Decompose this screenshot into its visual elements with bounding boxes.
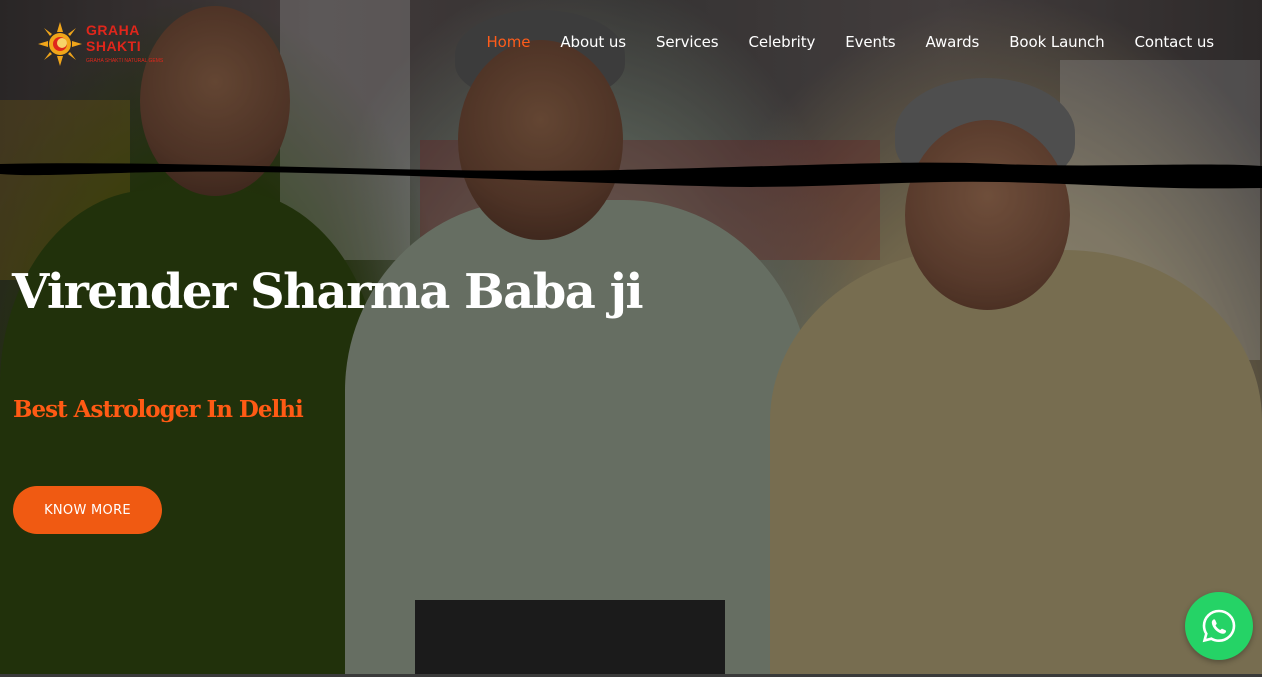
logo-line2: SHAKTI	[86, 38, 142, 54]
site-header: GRAHA SHAKTI GRAHA SHAKTI NATURAL GEMS H…	[0, 0, 1262, 88]
whatsapp-button[interactable]	[1185, 592, 1253, 660]
logo-wordmark: GRAHA SHAKTI	[86, 22, 141, 54]
know-more-button[interactable]: KNOW MORE	[13, 486, 162, 534]
hero-dark-overlay	[0, 0, 1262, 677]
hero-banner: GRAHA SHAKTI GRAHA SHAKTI NATURAL GEMS H…	[0, 0, 1262, 677]
hero-title: Virender Sharma Baba ji	[12, 264, 644, 320]
nav-celebrity[interactable]: Celebrity	[748, 33, 815, 51]
sun-logo-icon	[38, 22, 82, 66]
nav-awards[interactable]: Awards	[925, 33, 979, 51]
nav-events[interactable]: Events	[845, 33, 895, 51]
whatsapp-icon	[1202, 609, 1236, 643]
main-nav: Home About us Services Celebrity Events …	[486, 33, 1214, 51]
nav-book-launch[interactable]: Book Launch	[1009, 33, 1104, 51]
logo-line1: GRAHA	[86, 22, 140, 38]
logo-tagline: GRAHA SHAKTI NATURAL GEMS	[86, 58, 164, 64]
site-logo[interactable]: GRAHA SHAKTI GRAHA SHAKTI NATURAL GEMS	[38, 18, 163, 70]
nav-services[interactable]: Services	[656, 33, 719, 51]
nav-home[interactable]: Home	[486, 33, 530, 51]
nav-contact-us[interactable]: Contact us	[1135, 33, 1215, 51]
nav-about-us[interactable]: About us	[560, 33, 626, 51]
hero-subtitle: Best Astrologer In Delhi	[13, 396, 304, 423]
